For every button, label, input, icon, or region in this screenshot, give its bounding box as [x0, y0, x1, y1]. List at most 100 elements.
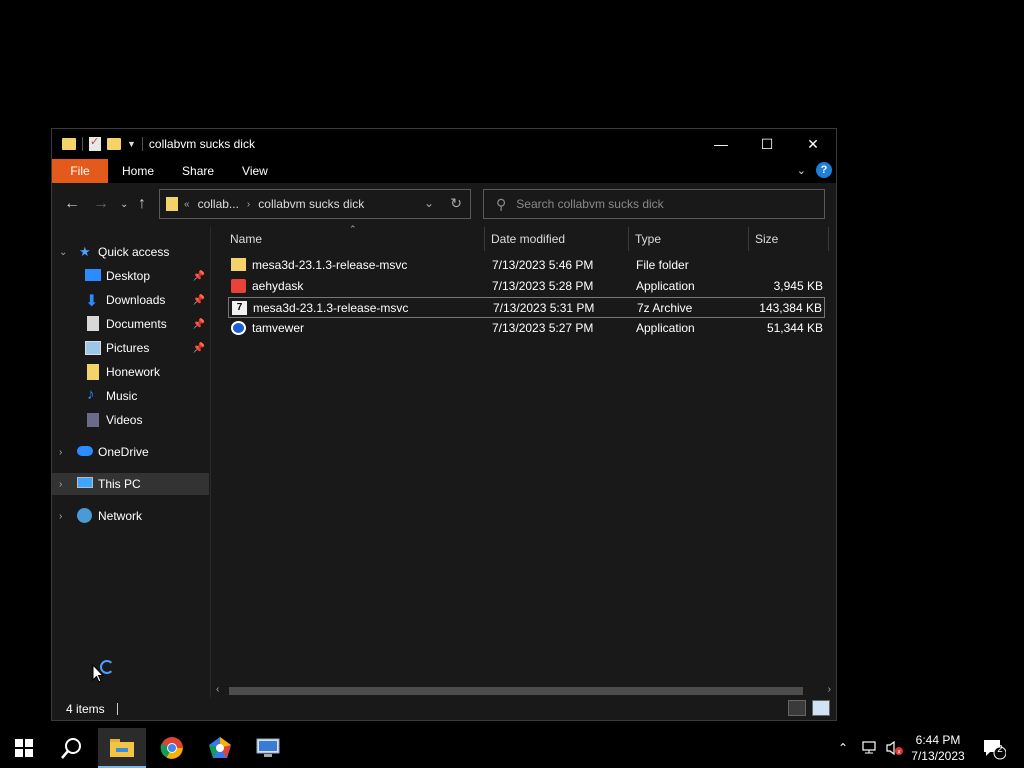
refresh-icon[interactable]: ↻ [450, 195, 462, 212]
ribbon-tabs: File Home Share View ⌄ ? [52, 159, 836, 183]
table-row[interactable]: aehydask 7/13/2023 5:28 PM Application 3… [228, 276, 825, 297]
network-icon [77, 508, 92, 523]
search-button[interactable] [48, 728, 96, 768]
search-input[interactable]: ⚲ Search collabvm sucks dick [483, 189, 825, 219]
scroll-left-icon[interactable]: ‹ [216, 684, 219, 695]
customize-toolbar-icon[interactable]: ▼ [127, 139, 136, 149]
file-name: mesa3d-23.1.3-release-msvc [252, 258, 408, 272]
sidebar-item-desktop[interactable]: Desktop 📌 [52, 265, 209, 287]
file-type: File folder [636, 258, 689, 272]
tab-view[interactable]: View [228, 159, 282, 183]
item-count: 4 items [66, 701, 105, 716]
start-button[interactable] [0, 728, 48, 768]
sidebar-item-label: Pictures [106, 341, 150, 355]
clock[interactable]: 6:44 PM 7/13/2023 [904, 732, 972, 764]
forward-icon[interactable]: → [93, 195, 109, 213]
window-title: collabvm sucks dick [148, 137, 255, 151]
recent-locations-icon[interactable]: ⌄ [120, 199, 128, 210]
this-pc-icon [77, 477, 93, 488]
large-icons-view-icon[interactable] [812, 700, 830, 716]
properties-icon[interactable] [89, 135, 101, 151]
sidebar-item-quick-access[interactable]: ⌄ ★ Quick access [52, 241, 209, 263]
chevron-right-icon[interactable]: › [247, 199, 250, 210]
table-row[interactable]: mesa3d-23.1.3-release-msvc 7/13/2023 5:4… [228, 255, 825, 276]
sidebar-item-label: Network [98, 509, 143, 523]
sidebar-item-downloads[interactable]: ⬇ Downloads 📌 [52, 289, 209, 311]
up-icon[interactable]: ↑ [138, 195, 146, 213]
sidebar-item-videos[interactable]: Videos [52, 409, 209, 431]
new-folder-icon[interactable] [107, 138, 121, 150]
chevron-down-icon[interactable]: ⌄ [59, 247, 67, 258]
file-list: ⌃ Name Date modified Type Size mesa3d-23… [210, 224, 836, 699]
sidebar-item-this-pc[interactable]: › This PC [52, 473, 209, 495]
table-row[interactable]: 7 mesa3d-23.1.3-release-msvc 7/13/2023 5… [228, 297, 825, 318]
tab-file[interactable]: File [52, 159, 108, 183]
help-icon[interactable]: ? [816, 162, 832, 178]
chrome-taskbar-button[interactable] [148, 728, 196, 768]
chevron-right-icon[interactable]: › [59, 511, 62, 522]
scroll-right-icon[interactable]: › [828, 684, 831, 695]
column-header-type[interactable]: Type [635, 227, 661, 251]
7z-archive-icon: 7 [232, 301, 247, 315]
file-explorer-taskbar-button[interactable] [98, 728, 146, 768]
star-icon: ★ [79, 244, 91, 259]
sidebar-item-label: Quick access [98, 245, 170, 259]
sidebar-item-pictures[interactable]: Pictures 📌 [52, 337, 209, 359]
sidebar-item-network[interactable]: › Network [52, 505, 209, 527]
file-date: 7/13/2023 5:31 PM [493, 301, 595, 315]
column-header-size[interactable]: Size [755, 227, 778, 251]
file-name: tamvewer [252, 321, 305, 335]
chevron-right-icon[interactable]: › [59, 447, 62, 458]
music-icon: ♪ [87, 386, 95, 403]
column-divider[interactable] [748, 227, 749, 251]
tab-home[interactable]: Home [108, 159, 168, 183]
network-tray-icon[interactable] [862, 728, 878, 768]
search-icon [61, 738, 81, 759]
sidebar-item-onedrive[interactable]: › OneDrive [52, 441, 209, 463]
sidebar-item-label: Desktop [106, 269, 151, 283]
close-button[interactable]: ✕ [790, 129, 836, 159]
column-header-name[interactable]: Name [230, 227, 262, 251]
expand-ribbon-icon[interactable]: ⌄ [797, 164, 806, 177]
sidebar-item-honework[interactable]: Honework [52, 361, 209, 383]
sidebar-item-documents[interactable]: Documents 📌 [52, 313, 209, 335]
status-bar: 4 items [52, 697, 836, 720]
file-type: Application [636, 321, 695, 335]
chevron-up-icon[interactable]: ⌃ [838, 741, 848, 755]
file-date: 7/13/2023 5:46 PM [492, 258, 594, 272]
file-date: 7/13/2023 5:27 PM [492, 321, 594, 335]
address-bar[interactable]: « collab... › collabvm sucks dick ⌄ ↻ [159, 189, 471, 219]
clock-date: 7/13/2023 [911, 749, 965, 763]
app-taskbar-button[interactable] [196, 728, 244, 768]
sidebar-item-music[interactable]: ♪ Music [52, 385, 209, 407]
search-icon: ⚲ [496, 195, 507, 212]
scrollbar-thumb[interactable] [229, 687, 803, 695]
table-row[interactable]: tamvewer 7/13/2023 5:27 PM Application 5… [228, 318, 825, 339]
details-view-icon[interactable] [788, 700, 806, 716]
column-header-date-modified[interactable]: Date modified [491, 227, 565, 251]
breadcrumb-parent[interactable]: collab... [198, 197, 239, 211]
maximize-button[interactable]: ☐ [744, 129, 790, 159]
windows-logo-icon [15, 739, 33, 757]
busy-spinner-icon [100, 660, 114, 674]
chevron-right-icon[interactable]: › [59, 479, 62, 490]
address-dropdown-icon[interactable]: ⌄ [424, 196, 434, 210]
file-name: aehydask [252, 279, 304, 293]
show-hidden-icons[interactable]: ⌃ [838, 728, 848, 768]
breadcrumb-current[interactable]: collabvm sucks dick [258, 197, 364, 211]
tab-share[interactable]: Share [168, 159, 228, 183]
downloads-icon: ⬇ [85, 293, 99, 310]
overflow-icon[interactable]: « [184, 199, 190, 210]
column-divider[interactable] [628, 227, 629, 251]
action-center-button[interactable]: 2 [982, 738, 1007, 765]
network-status-icon [862, 741, 876, 754]
volume-tray-icon[interactable]: x [886, 728, 904, 768]
sidebar-item-label: This PC [98, 477, 141, 491]
folder-icon [62, 138, 76, 150]
remote-desktop-taskbar-button[interactable] [244, 728, 292, 768]
minimize-button[interactable]: — [698, 129, 744, 159]
column-divider[interactable] [484, 227, 485, 251]
folder-icon [87, 364, 99, 380]
back-icon[interactable]: ← [64, 195, 80, 213]
column-divider[interactable] [828, 227, 829, 251]
